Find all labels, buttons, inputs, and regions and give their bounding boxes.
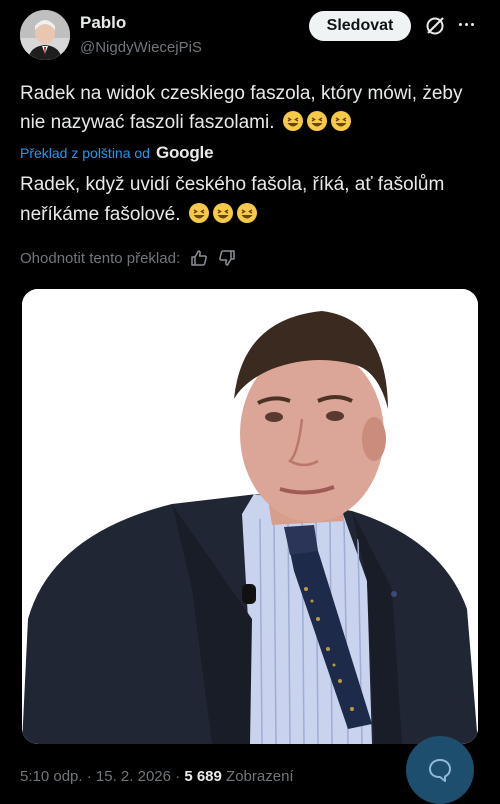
thumbs-up-icon[interactable] (190, 249, 208, 267)
tweet-meta: 5:10 odp. · 15. 2. 2026 · 5 689 Zobrazen… (20, 768, 294, 785)
rate-label: Ohodnotit tento překlad: (20, 249, 181, 267)
tweet-date[interactable]: 15. 2. 2026 (96, 768, 171, 785)
man-in-suit-photo (22, 289, 478, 744)
more-icon[interactable] (454, 14, 478, 34)
google-logo: Google (155, 143, 214, 162)
chat-bubble-icon (429, 759, 451, 782)
avatar-portrait-icon (20, 10, 70, 60)
tweet-media-image[interactable] (22, 289, 478, 744)
meta-separator: · (175, 768, 181, 785)
views-label: Zobrazení (226, 768, 294, 785)
laughing-emoji-icon (186, 203, 258, 225)
reply-fab-button[interactable] (406, 736, 474, 804)
translation-label: Překlad z polština od (20, 145, 150, 161)
laughing-emoji-icon (280, 111, 352, 133)
author-avatar[interactable] (20, 10, 70, 60)
thumbs-down-icon[interactable] (218, 249, 236, 267)
views-count: 5 689 (184, 768, 222, 785)
tweet-time[interactable]: 5:10 odp. (20, 768, 83, 785)
meta-separator: · (86, 768, 92, 785)
tweet-text-body: Radek na widok czeskiego faszola, który … (20, 83, 463, 133)
tweet-text: Radek na widok czeskiego faszola, który … (20, 79, 480, 137)
translation-text: Radek, když uvidí českého fašola, říká, … (20, 170, 480, 230)
translated-by[interactable]: Překlad z polština od Google (20, 143, 214, 163)
rate-translation: Ohodnotit tento překlad: (20, 249, 236, 267)
author-handle[interactable]: @NigdyWiecejPiS (80, 39, 202, 56)
follow-button[interactable]: Sledovat (309, 11, 411, 41)
author-name[interactable]: Pablo (80, 13, 126, 33)
grok-icon[interactable] (425, 16, 445, 36)
